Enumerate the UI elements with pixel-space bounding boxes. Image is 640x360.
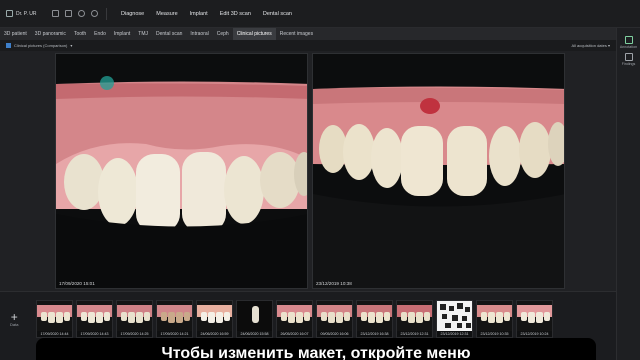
undo-icon[interactable] <box>78 10 85 17</box>
layout-icon <box>6 43 11 48</box>
thumbnail-list: 17/09/2020 14:44 17/09/2020 14:43 17/09/20… <box>36 300 553 338</box>
save-icon[interactable] <box>52 10 59 17</box>
thumbnail-date: 09/05/2020 16:06 <box>320 332 349 336</box>
thumbnail-date: 23/12/2019 12:31 <box>440 332 469 336</box>
layout-selector[interactable]: Clinical pictures (Comparison) ▾ <box>6 43 72 48</box>
tab-recent-images[interactable]: Recent images <box>276 28 317 40</box>
teeth-photo-thumbnail <box>277 301 312 331</box>
tab-implant[interactable]: Implant <box>110 28 134 40</box>
thumbnail-date: 23/12/2019 16:38 <box>360 332 389 336</box>
teeth-photo-thumbnail <box>357 301 392 331</box>
menu-edit-3d-scan[interactable]: Edit 3D scan <box>220 11 251 17</box>
chevron-down-icon: ▾ <box>70 43 73 48</box>
date-filter-label: All acquisition dates <box>571 43 607 48</box>
thumbnail-date: 24/06/2020 15:58 <box>240 332 269 336</box>
image-viewer: 17/09/2020 15:01 23/12/2019 10:38 <box>0 51 616 291</box>
menu-diagnose[interactable]: Diagnose <box>121 11 144 17</box>
single-tooth-thumbnail <box>237 301 272 331</box>
main-menu: Diagnose Measure Implant Edit 3D scan De… <box>121 11 292 17</box>
annotation-icon <box>624 36 633 44</box>
thumbnail-date: 17/09/2020 14:25 <box>120 332 149 336</box>
thumbnail-item[interactable]: 09/05/2020 16:06 <box>316 300 353 338</box>
tab-intraoral[interactable]: Intraoral <box>186 28 212 40</box>
menu-implant[interactable]: Implant <box>190 11 208 17</box>
tab-dental-scan[interactable]: Dental scan <box>152 28 186 40</box>
tab-bar: 3D patient 3D panoramic Tooth Endo Impla… <box>0 28 616 40</box>
tab-endo[interactable]: Endo <box>90 28 110 40</box>
right-image-panel[interactable]: 23/12/2019 10:38 <box>312 53 565 289</box>
patient-name: Dr. P. UR <box>16 10 37 17</box>
teeth-photo-thumbnail <box>317 301 352 331</box>
tab-ceph[interactable]: Ceph <box>213 28 233 40</box>
thumbnail-item[interactable]: 23/12/2019 10:24 <box>516 300 553 338</box>
menu-dental-scan[interactable]: Dental scan <box>263 11 292 17</box>
annotation-button[interactable]: Annotation <box>617 36 640 49</box>
teeth-photo-thumbnail <box>397 301 432 331</box>
thumbnail-date: 23/12/2019 12:31 <box>400 332 429 336</box>
subtitle-text: Чтобы изменить макет, откройте меню <box>161 345 471 360</box>
date-filter[interactable]: All acquisition dates ▾ <box>572 43 611 48</box>
thumbnail-item[interactable]: 24/06/2020 15:58 <box>236 300 273 338</box>
thumbnail-item[interactable]: 17/09/2020 14:21 <box>156 300 193 338</box>
print-icon[interactable] <box>65 10 72 17</box>
teeth-photo-thumbnail <box>517 301 552 331</box>
teeth-photo-thumbnail <box>197 301 232 331</box>
add-data-label: Data <box>10 322 19 327</box>
thumbnail-item[interactable]: 23/12/2019 12:31 <box>436 300 473 338</box>
thumbnail-date: 26/05/2020 16:07 <box>280 332 309 336</box>
teeth-photo-thumbnail <box>477 301 512 331</box>
thumbnail-item[interactable]: 17/09/2020 14:25 <box>116 300 153 338</box>
help-icon[interactable] <box>91 10 98 17</box>
teeth-photo-thumbnail <box>117 301 152 331</box>
left-image-date: 17/09/2020 15:01 <box>59 281 95 286</box>
cursor-highlight <box>100 76 114 90</box>
thumbnail-date: 17/09/2020 14:43 <box>80 332 109 336</box>
thumbnail-item[interactable]: 23/12/2019 10:35 <box>476 300 513 338</box>
layout-label: Clinical pictures (Comparison) <box>14 43 68 48</box>
patient-selector[interactable]: Dr. P. UR <box>0 10 50 17</box>
sub-toolbar: Clinical pictures (Comparison) ▾ All acq… <box>0 40 616 51</box>
findings-button[interactable]: Findings <box>617 53 640 66</box>
tab-3d-patient[interactable]: 3D patient <box>0 28 31 40</box>
front-teeth-photo-left <box>56 54 307 288</box>
thumbnail-item[interactable]: 17/09/2020 14:44 <box>36 300 73 338</box>
thumbnail-date: 23/12/2019 10:24 <box>520 332 549 336</box>
thumbnail-item[interactable]: 17/09/2020 14:43 <box>76 300 113 338</box>
menu-measure[interactable]: Measure <box>156 11 177 17</box>
tab-tooth[interactable]: Tooth <box>70 28 90 40</box>
findings-label: Findings <box>621 62 636 66</box>
thumbnail-item[interactable]: 23/12/2019 16:38 <box>356 300 393 338</box>
right-sidebar: Annotation Findings <box>616 28 640 360</box>
front-teeth-photo-right <box>313 54 564 288</box>
teeth-photo-thumbnail <box>37 301 72 331</box>
thumbnail-date: 23/12/2019 10:35 <box>480 332 509 336</box>
tab-3d-panoramic[interactable]: 3D panoramic <box>31 28 70 40</box>
right-image-date: 23/12/2019 10:38 <box>316 281 352 286</box>
thumbnail-item[interactable]: 24/06/2020 16:59 <box>196 300 233 338</box>
thumbnail-item[interactable]: 26/05/2020 16:07 <box>276 300 313 338</box>
add-data-button[interactable]: + Data <box>10 310 19 327</box>
tab-tmj[interactable]: TMJ <box>134 28 152 40</box>
quick-tools <box>52 7 107 20</box>
annotation-label: Annotation <box>619 45 638 49</box>
thumbnail-item[interactable]: 23/12/2019 12:31 <box>396 300 433 338</box>
thumbnail-date: 17/09/2020 14:21 <box>160 332 189 336</box>
chevron-down-icon: ▾ <box>607 43 610 48</box>
video-subtitle: Чтобы изменить макет, откройте меню <box>36 338 596 360</box>
left-image-panel[interactable]: 17/09/2020 15:01 <box>55 53 308 289</box>
top-menu-bar: Dr. P. UR Diagnose Measure Implant Edit … <box>0 0 640 28</box>
scan-pattern-thumbnail <box>437 301 472 331</box>
plus-icon: + <box>10 310 18 324</box>
thumbnail-date: 17/09/2020 14:44 <box>40 332 69 336</box>
tab-clinical-pictures[interactable]: Clinical pictures <box>232 28 276 40</box>
patient-icon <box>6 10 13 17</box>
teeth-photo-thumbnail <box>157 301 192 331</box>
thumbnail-date: 24/06/2020 16:59 <box>200 332 229 336</box>
teeth-photo-thumbnail <box>77 301 112 331</box>
findings-icon <box>624 53 633 61</box>
